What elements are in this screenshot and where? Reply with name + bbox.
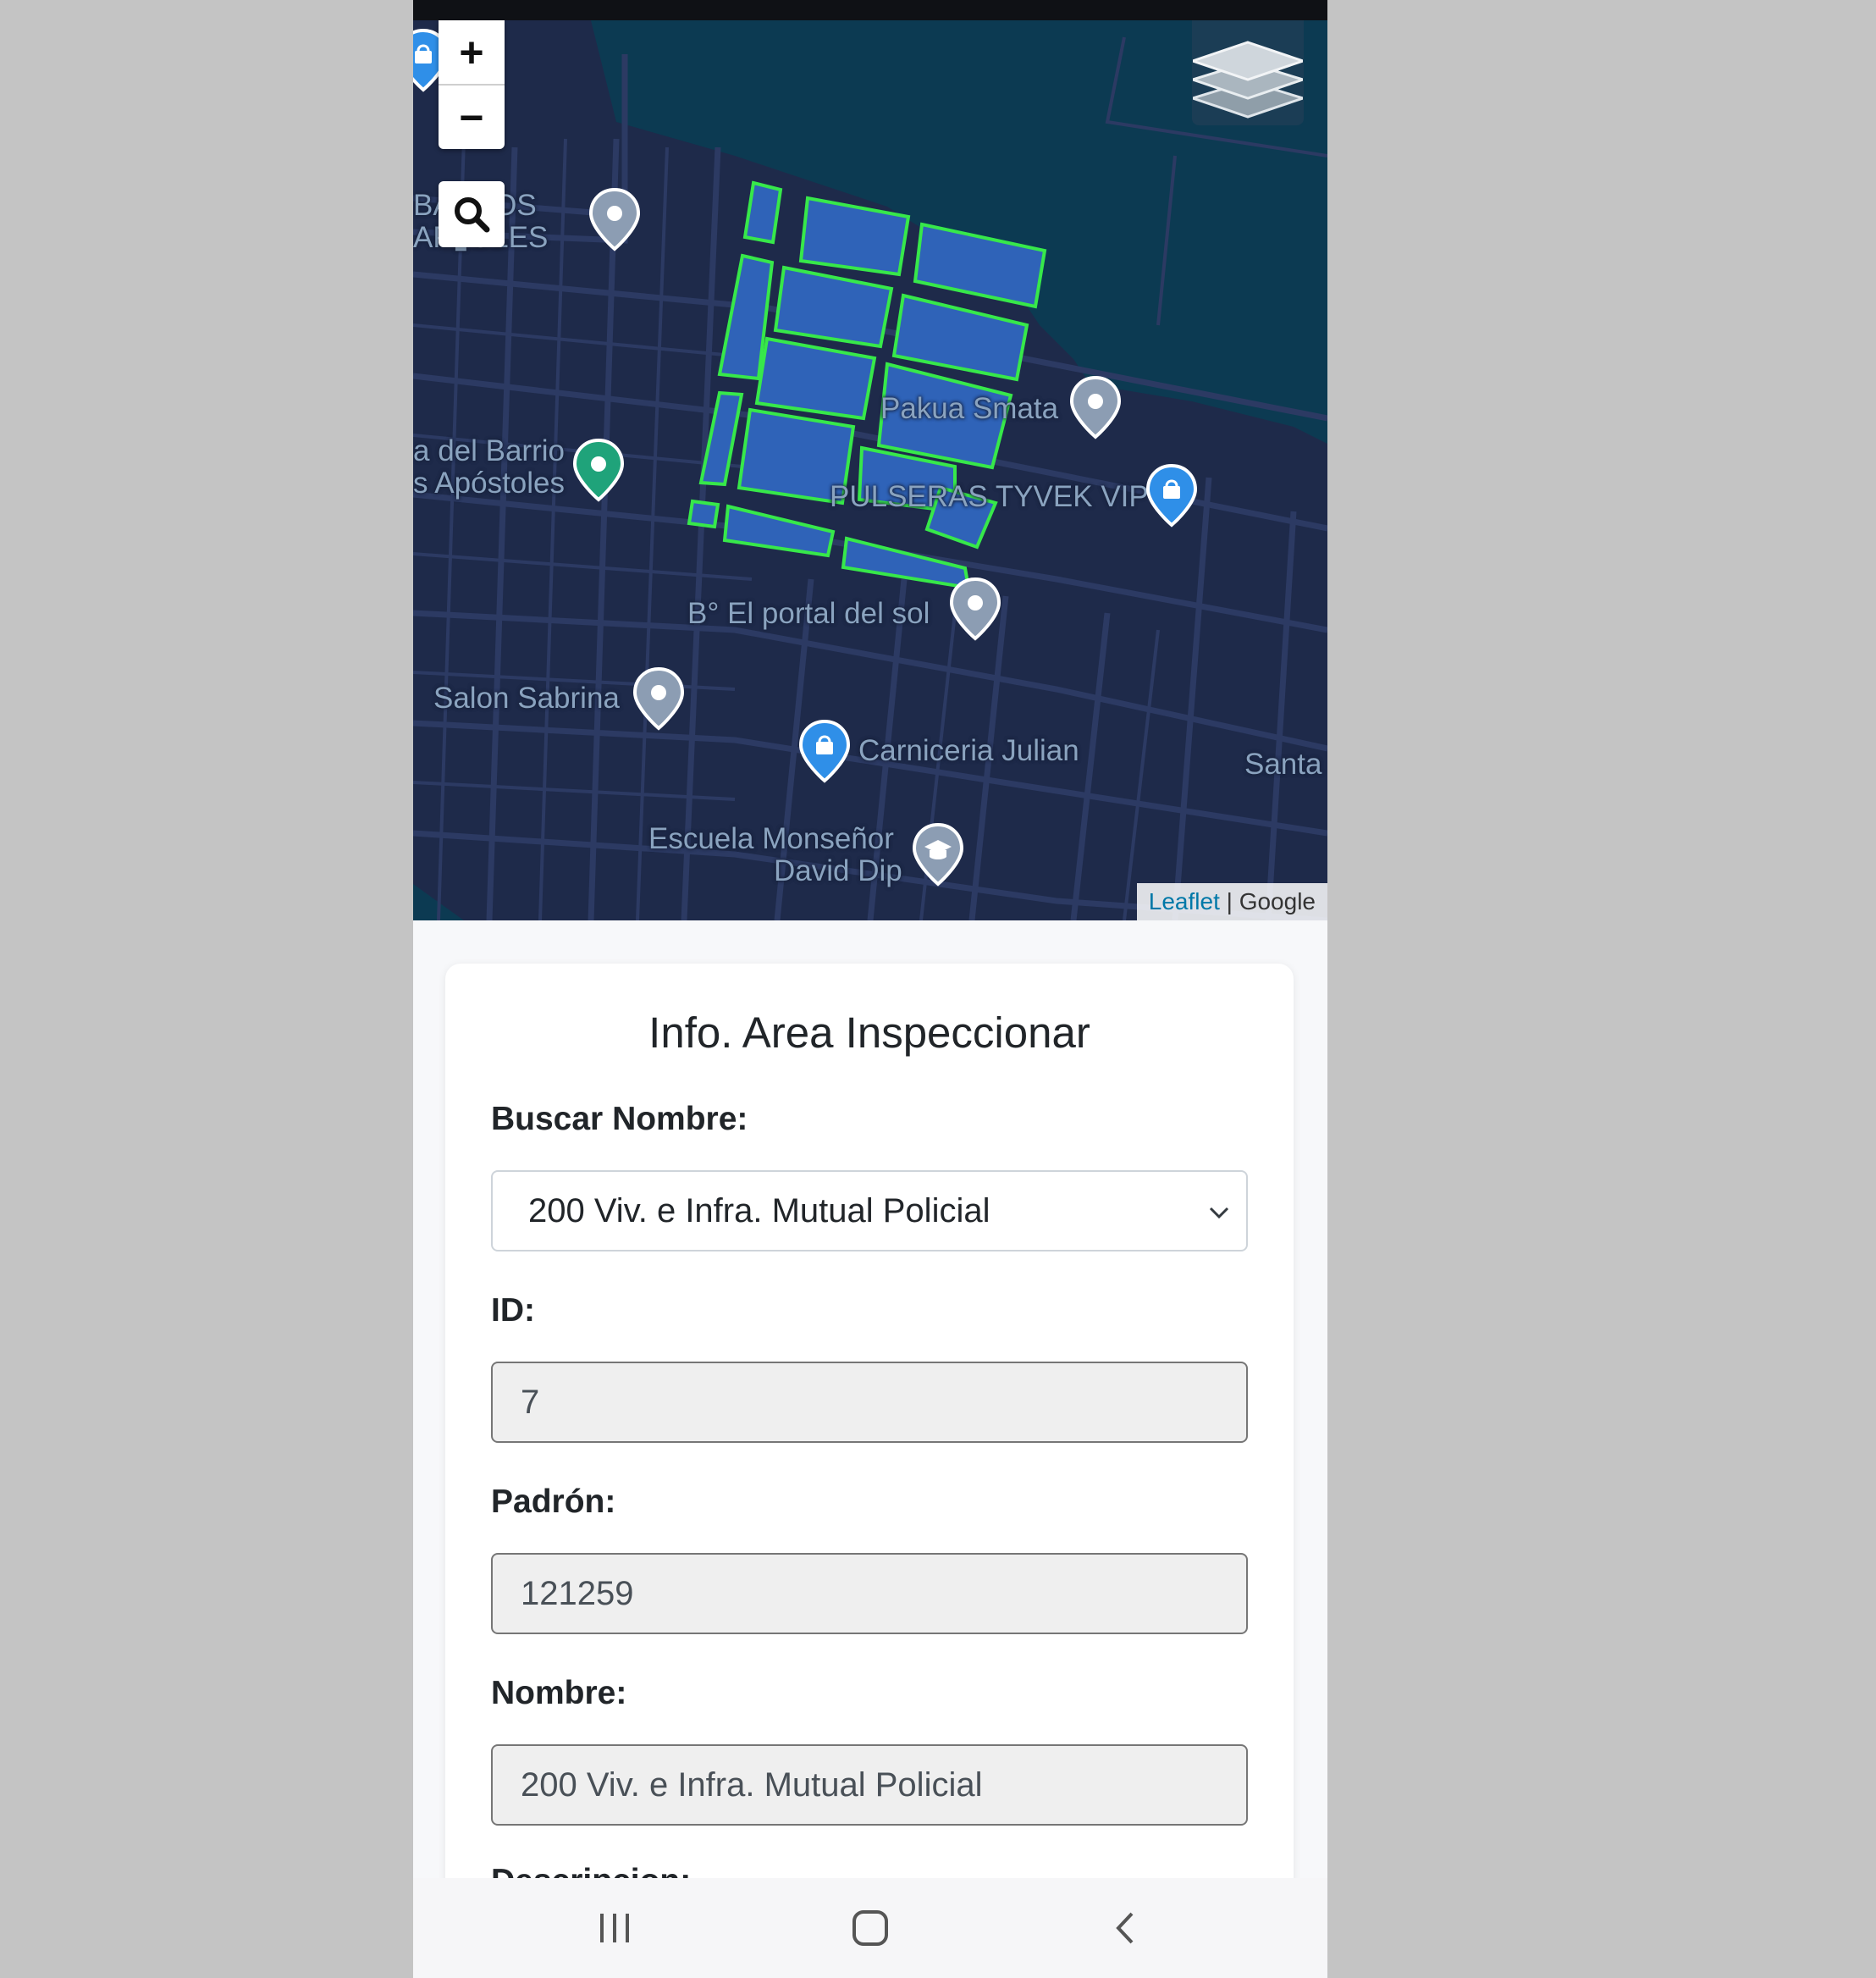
nombre-label: Nombre: bbox=[491, 1675, 627, 1711]
map-label-pakua: Pakua Smata bbox=[880, 392, 1059, 425]
map-label-salon: Salon Sabrina bbox=[433, 682, 620, 715]
status-bar bbox=[413, 0, 1327, 20]
recent-apps-icon bbox=[600, 1914, 629, 1942]
search-name-select[interactable]: 200 Viv. e Infra. Mutual Policial bbox=[491, 1170, 1248, 1251]
attribution-separator: | bbox=[1219, 888, 1239, 914]
home-icon bbox=[852, 1910, 888, 1946]
map-pin-shopping-icon[interactable] bbox=[1145, 462, 1199, 530]
zoom-in-button[interactable]: + bbox=[439, 20, 505, 86]
leaflet-link[interactable]: Leaflet bbox=[1149, 888, 1220, 914]
info-card: Info. Area Inspeccionar Buscar Nombre: 2… bbox=[445, 964, 1294, 1978]
map-label-portal: B° El portal del sol bbox=[687, 597, 930, 630]
map-pin-gray-icon[interactable] bbox=[1068, 374, 1123, 442]
map-label-santa: Santa bbox=[1244, 748, 1322, 781]
map-label-carniceria: Carniceria Julian bbox=[858, 734, 1079, 767]
layers-button[interactable] bbox=[1192, 20, 1304, 125]
zoom-out-button[interactable]: − bbox=[439, 86, 505, 149]
map-pin-gray-icon[interactable] bbox=[948, 576, 1002, 644]
system-navigation-bar bbox=[413, 1878, 1327, 1978]
map-view[interactable]: BA▮ LOS AP▮OLES Pakua Smata a del Barrio… bbox=[413, 20, 1327, 920]
nombre-field[interactable]: 200 Viv. e Infra. Mutual Policial bbox=[491, 1744, 1248, 1826]
back-button[interactable] bbox=[1041, 1878, 1211, 1978]
map-label-escuela-2: David Dip bbox=[774, 854, 902, 887]
id-field[interactable]: 7 bbox=[491, 1362, 1248, 1443]
padron-field[interactable]: 121259 bbox=[491, 1553, 1248, 1634]
map-label-barrio-1: a del Barrio bbox=[413, 434, 565, 467]
padron-label: Padrón: bbox=[491, 1484, 616, 1520]
map-pin-green-icon[interactable] bbox=[571, 437, 626, 505]
search-name-selected-value: 200 Viv. e Infra. Mutual Policial bbox=[528, 1192, 990, 1229]
home-button[interactable] bbox=[786, 1878, 955, 1978]
back-icon bbox=[1116, 1912, 1134, 1944]
map-pin-gray-icon[interactable] bbox=[588, 186, 642, 254]
map-attribution: Leaflet | Google bbox=[1136, 883, 1327, 920]
map-pin-shopping-icon[interactable] bbox=[797, 718, 852, 786]
map-pin-gray-icon[interactable] bbox=[632, 666, 686, 733]
card-title: Info. Area Inspeccionar bbox=[648, 1008, 1090, 1057]
phone-screen: BA▮ LOS AP▮OLES Pakua Smata a del Barrio… bbox=[413, 0, 1327, 1978]
search-name-label: Buscar Nombre: bbox=[491, 1101, 748, 1137]
layers-icon bbox=[1193, 41, 1303, 119]
map-pin-school-icon[interactable] bbox=[911, 821, 965, 889]
recent-apps-button[interactable] bbox=[530, 1878, 699, 1978]
chevron-down-icon bbox=[1209, 1207, 1229, 1219]
search-icon bbox=[455, 197, 490, 233]
map-search-button[interactable] bbox=[439, 181, 505, 247]
map-label-pulseras: PULSERAS TYVEK VIP bbox=[830, 480, 1149, 513]
zoom-control: + − bbox=[439, 20, 505, 149]
map-label-barrio-2: s Apóstoles bbox=[413, 467, 565, 500]
map-label-escuela-1: Escuela Monseñor bbox=[648, 822, 894, 855]
id-label: ID: bbox=[491, 1292, 535, 1329]
attribution-provider: Google bbox=[1239, 888, 1316, 914]
